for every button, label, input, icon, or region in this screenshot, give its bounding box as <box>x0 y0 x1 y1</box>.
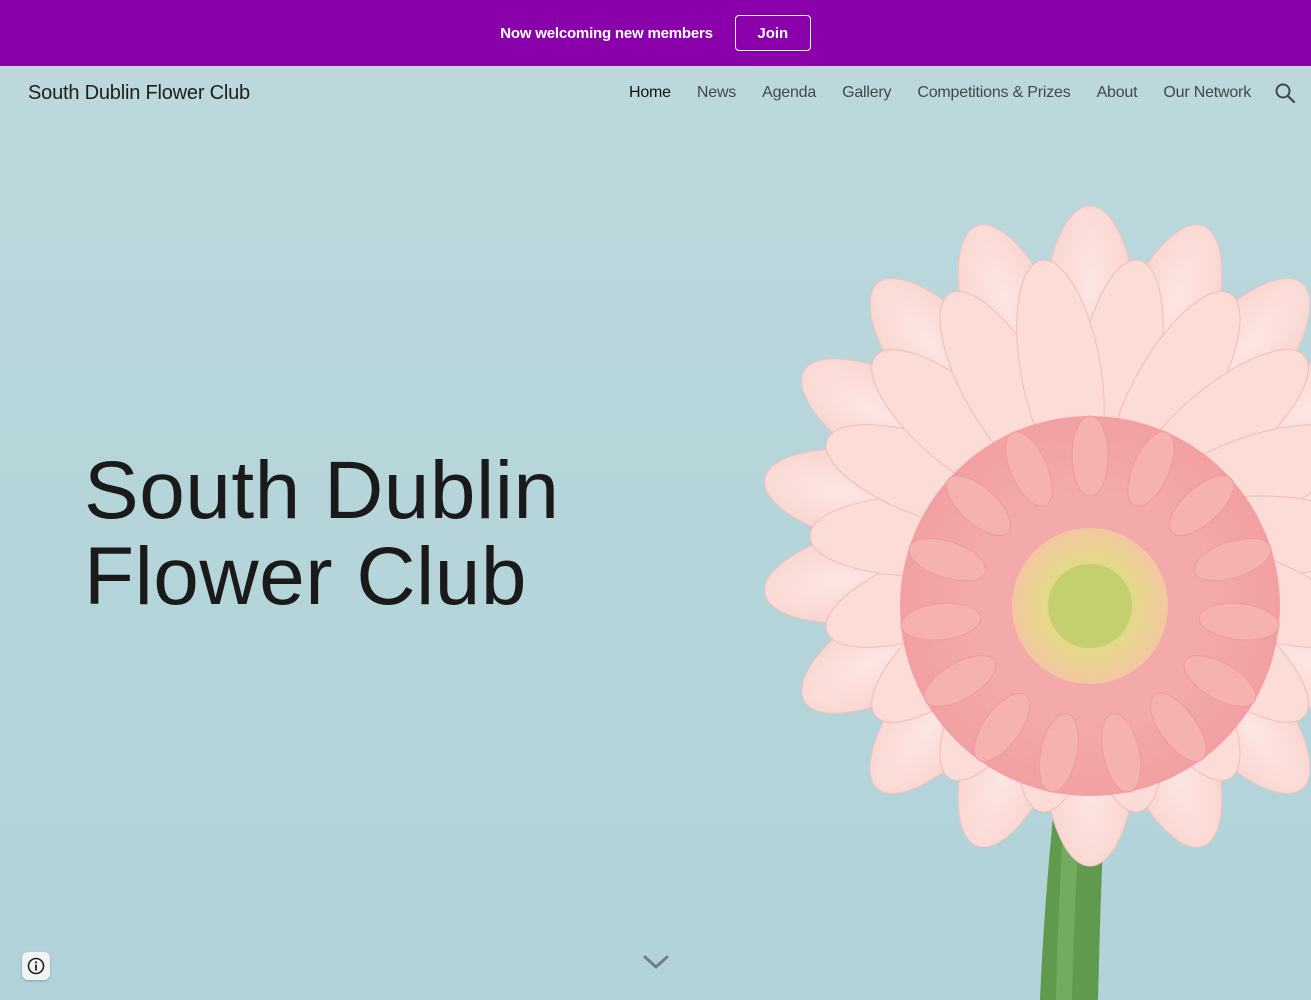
chevron-down-icon[interactable] <box>640 950 672 974</box>
main-nav: Home News Agenda Gallery Competitions & … <box>603 84 1251 102</box>
nav-item-news[interactable]: News <box>697 84 736 102</box>
search-icon[interactable] <box>1273 81 1297 105</box>
hero-title: South Dublin Flower Club <box>84 448 704 620</box>
info-button[interactable] <box>22 952 50 980</box>
nav-item-agenda[interactable]: Agenda <box>762 84 816 102</box>
nav-item-competitions-prizes[interactable]: Competitions & Prizes <box>917 84 1070 102</box>
nav-item-home[interactable]: Home <box>629 84 671 102</box>
site-header: South Dublin Flower Club Home News Agend… <box>0 66 1311 122</box>
page: Now welcoming new members Join South Dub… <box>0 0 1311 1000</box>
banner-text: Now welcoming new members <box>500 24 713 42</box>
hero-title-line-2: Flower Club <box>84 531 527 622</box>
announcement-banner: Now welcoming new members Join <box>0 0 1311 66</box>
nav-item-our-network[interactable]: Our Network <box>1163 84 1251 102</box>
join-button[interactable]: Join <box>734 15 811 51</box>
info-icon <box>27 957 45 975</box>
site-title[interactable]: South Dublin Flower Club <box>28 82 250 105</box>
nav-item-about[interactable]: About <box>1097 84 1138 102</box>
hero-title-line-1: South Dublin <box>84 445 560 536</box>
nav-item-gallery[interactable]: Gallery <box>842 84 891 102</box>
